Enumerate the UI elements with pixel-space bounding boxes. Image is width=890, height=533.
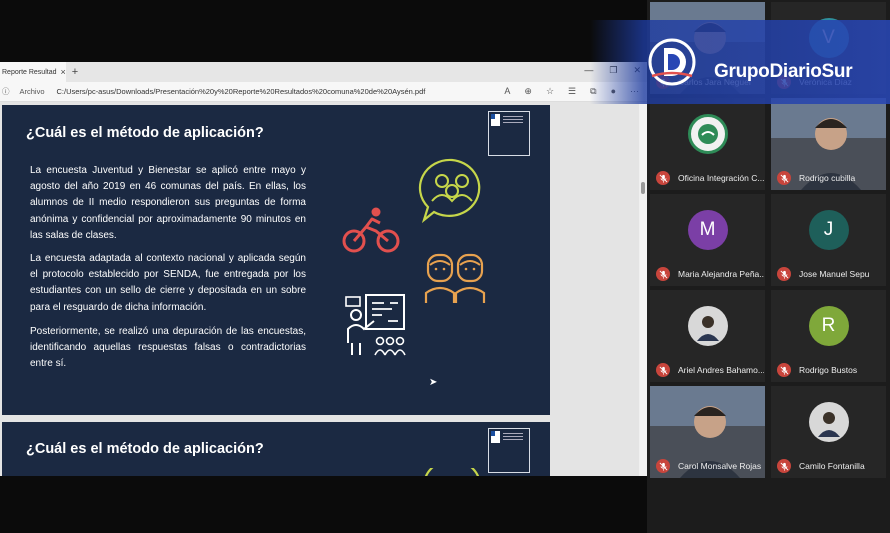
participant-avatar	[687, 306, 728, 346]
participant-avatar	[687, 114, 728, 154]
participant-tile[interactable]: J Jose Manuel Sepu	[771, 194, 886, 286]
participant-name: Rodrigo cubilla	[799, 173, 856, 183]
participant-name: Carol Monsalve Rojas	[678, 461, 762, 471]
participant-tile[interactable]: R Rodrigo Bustos	[771, 290, 886, 382]
participant-tile[interactable]: Oficina Integración C...	[650, 98, 765, 190]
slide-title: ¿Cuál es el método de aplicación?	[26, 441, 264, 457]
mic-muted-icon	[777, 171, 791, 185]
favorite-icon[interactable]: ☆	[546, 86, 554, 97]
mic-muted-icon	[656, 267, 670, 281]
diariosur-logo-icon	[648, 38, 696, 86]
participant-avatar	[808, 402, 849, 442]
participant-tile[interactable]: Ariel Andres Bahamo...	[650, 290, 765, 382]
participant-name: Ariel Andres Bahamo...	[678, 365, 764, 375]
students-icon	[424, 253, 486, 303]
url-text[interactable]: C:/Users/pc-asus/Downloads/Presentación%…	[57, 87, 426, 96]
browser-window: Reporte Resultad × + — ❐ ✕ ⓘ Archivo C:/…	[0, 62, 647, 476]
tab-title: Reporte Resultad	[2, 68, 57, 76]
slide-page: ¿Cuál es el método de aplicación?	[2, 422, 550, 476]
shared-screen: Reporte Resultad × + — ❐ ✕ ⓘ Archivo C:/…	[0, 0, 647, 533]
file-info-icon[interactable]: ⓘ	[2, 86, 10, 97]
tab-bar: Reporte Resultad × + — ❐ ✕	[0, 62, 647, 82]
mic-muted-icon	[777, 459, 791, 473]
participant-avatar: R	[808, 306, 849, 346]
slide-page: ¿Cuál es el método de aplicación? La enc…	[2, 105, 550, 415]
read-aloud-icon[interactable]: A	[504, 86, 510, 97]
participant-name: Oficina Integración C...	[678, 173, 764, 183]
teacher-board-icon	[345, 294, 406, 356]
file-label: Archivo	[19, 87, 45, 96]
browser-tab[interactable]: Reporte Resultad ×	[0, 62, 66, 82]
government-logo	[488, 111, 530, 156]
pdf-viewer[interactable]: ¿Cuál es el método de aplicación? La enc…	[0, 102, 647, 476]
people-chat-icon	[425, 468, 479, 476]
mic-muted-icon	[656, 171, 670, 185]
mic-muted-icon	[777, 267, 791, 281]
slide-paragraph: La encuesta adaptada al contexto naciona…	[30, 253, 306, 313]
scrollbar-thumb[interactable]	[641, 182, 645, 194]
slide-paragraph: Posteriormente, se realizó una depuració…	[30, 326, 306, 370]
people-chat-icon	[418, 158, 481, 223]
watermark-logo: GrupoDiarioSur	[590, 20, 890, 104]
mic-muted-icon	[656, 459, 670, 473]
participant-tile[interactable]: Rodrigo cubilla	[771, 98, 886, 190]
participant-name: Maria Alejandra Peña...	[678, 269, 764, 279]
slide-paragraph: La encuesta Juventud y Bienestar se apli…	[30, 165, 306, 241]
mic-muted-icon	[656, 363, 670, 377]
mouse-cursor: ➤	[429, 377, 438, 388]
cyclist-icon	[342, 207, 400, 253]
participant-tile[interactable]: Camilo Fontanilla	[771, 386, 886, 478]
participant-avatar: J	[808, 210, 849, 250]
new-tab-button[interactable]: +	[66, 66, 84, 78]
participant-tile[interactable]: M Maria Alejandra Peña...	[650, 194, 765, 286]
government-logo	[488, 428, 530, 473]
tab-close-icon[interactable]: ×	[60, 67, 65, 77]
brand-name: GrupoDiarioSur	[714, 61, 853, 82]
scrollbar[interactable]	[639, 102, 647, 476]
slide-title: ¿Cuál es el método de aplicación?	[26, 125, 264, 141]
address-bar[interactable]: ⓘ Archivo C:/Users/pc-asus/Downloads/Pre…	[0, 82, 647, 102]
zoom-icon[interactable]: ⊕	[524, 86, 532, 97]
participant-tile[interactable]: Carol Monsalve Rojas	[650, 386, 765, 478]
participant-name: Camilo Fontanilla	[799, 461, 865, 471]
mic-muted-icon	[777, 363, 791, 377]
participant-avatar: M	[687, 210, 728, 250]
participant-name: Jose Manuel Sepu	[799, 269, 870, 279]
participant-name: Rodrigo Bustos	[799, 365, 858, 375]
favorites-bar-icon[interactable]: ☰	[568, 86, 576, 97]
